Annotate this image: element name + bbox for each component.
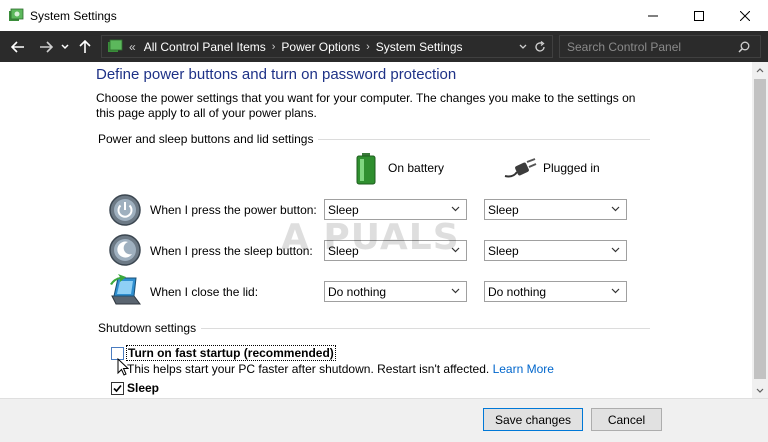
sleep-button-plugged-in-select[interactable]: Sleep: [484, 240, 627, 261]
search-box[interactable]: [559, 35, 761, 58]
close-button[interactable]: [722, 0, 768, 31]
chevron-down-icon: [756, 388, 764, 393]
chevron-down-icon: [451, 288, 460, 294]
scrollbar-thumb[interactable]: [754, 79, 766, 379]
select-value: Sleep: [488, 243, 519, 258]
battery-icon: [356, 153, 376, 185]
maximize-icon: [694, 10, 704, 21]
search-icon[interactable]: [738, 41, 750, 53]
footer-bar: Save changes Cancel: [0, 398, 768, 442]
power-button-icon: [109, 194, 141, 226]
power-plug-icon: [504, 158, 537, 178]
scroll-up-button[interactable]: [752, 62, 768, 78]
sleep-label[interactable]: Sleep: [127, 381, 159, 395]
maximize-button[interactable]: [676, 0, 722, 31]
cancel-button[interactable]: Cancel: [591, 408, 662, 431]
search-input[interactable]: [560, 39, 730, 54]
watermark: A PUALS: [281, 217, 460, 258]
laptop-lid-icon: [110, 274, 141, 305]
breadcrumb-system-settings[interactable]: System Settings: [376, 40, 463, 54]
checkmark-icon: [113, 384, 122, 393]
mouse-cursor-icon: [117, 358, 129, 376]
breadcrumb-power-options[interactable]: Power Options: [281, 40, 360, 54]
chevron-down-icon: [61, 43, 69, 49]
fast-startup-hint-text: This helps start your PC faster after sh…: [127, 362, 490, 376]
back-button[interactable]: [6, 31, 30, 62]
up-button[interactable]: [72, 31, 98, 62]
forward-button[interactable]: [34, 31, 58, 62]
chevron-down-icon[interactable]: [519, 44, 527, 50]
control-panel-icon: [108, 39, 123, 52]
group-label-power-buttons: Power and sleep buttons and lid settings: [98, 132, 319, 146]
breadcrumb-all-control-panel-items[interactable]: All Control Panel Items: [144, 40, 266, 54]
breadcrumb-separator-icon[interactable]: ›: [366, 41, 370, 53]
main-content: Define power buttons and turn on passwor…: [0, 62, 752, 398]
title-bar: System Settings: [0, 0, 768, 31]
minimize-button[interactable]: [630, 0, 676, 31]
column-header-plugged-in: Plugged in: [543, 161, 600, 175]
row-label-power-button: When I press the power button:: [150, 203, 317, 217]
chevron-down-icon: [611, 288, 620, 294]
breadcrumb-separator-icon[interactable]: ›: [272, 41, 276, 53]
arrow-up-icon: [79, 39, 91, 53]
address-bar[interactable]: « All Control Panel Items › Power Option…: [101, 35, 553, 58]
chevron-down-icon: [611, 206, 620, 212]
select-value: Do nothing: [488, 284, 547, 299]
refresh-icon[interactable]: [534, 41, 546, 53]
window-title: System Settings: [30, 8, 117, 23]
chevron-down-icon: [451, 206, 460, 212]
arrow-left-icon: [11, 40, 24, 53]
page-description: Choose the power settings that you want …: [96, 91, 636, 120]
recent-locations-button[interactable]: [58, 31, 72, 62]
close-lid-on-battery-select[interactable]: Do nothing: [324, 281, 467, 302]
fast-startup-label[interactable]: Turn on fast startup (recommended): [126, 345, 336, 361]
close-lid-plugged-in-select[interactable]: Do nothing: [484, 281, 627, 302]
scroll-down-button[interactable]: [752, 382, 768, 398]
save-changes-button[interactable]: Save changes: [483, 408, 583, 431]
vertical-scrollbar[interactable]: [752, 62, 768, 398]
row-label-close-lid: When I close the lid:: [150, 285, 259, 299]
chevron-down-icon: [611, 247, 620, 253]
select-value: Sleep: [488, 202, 519, 217]
chevron-up-icon: [756, 67, 764, 72]
breadcrumb-overflow[interactable]: «: [129, 40, 136, 54]
page-title: Define power buttons and turn on passwor…: [96, 66, 457, 83]
fast-startup-hint: This helps start your PC faster after sh…: [127, 362, 554, 376]
select-value: Sleep: [328, 202, 359, 217]
column-header-on-battery: On battery: [388, 161, 445, 175]
control-panel-icon: [9, 8, 24, 21]
select-value: Do nothing: [328, 284, 387, 299]
learn-more-link[interactable]: Learn More: [493, 362, 554, 376]
group-label-shutdown-settings: Shutdown settings: [98, 321, 202, 335]
close-icon: [740, 10, 750, 21]
power-button-plugged-in-select[interactable]: Sleep: [484, 199, 627, 220]
arrow-right-icon: [40, 40, 53, 53]
sleep-button-icon: [109, 234, 141, 266]
sleep-checkbox[interactable]: [111, 382, 124, 395]
minimize-icon: [648, 15, 658, 16]
